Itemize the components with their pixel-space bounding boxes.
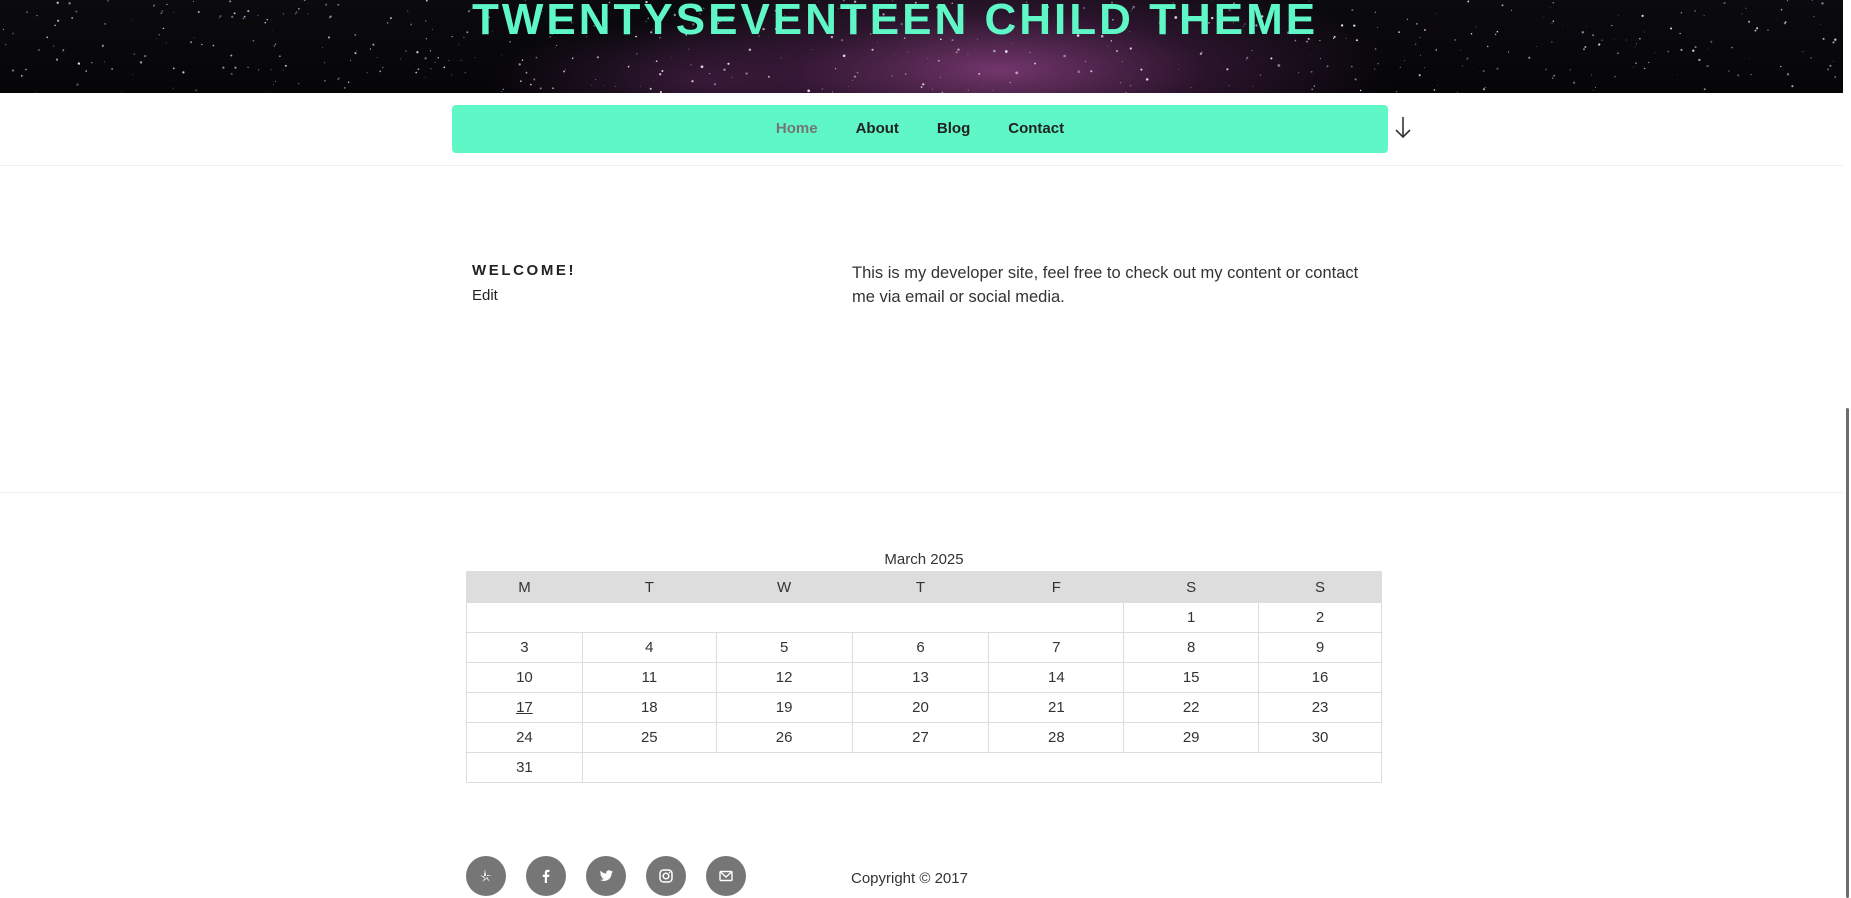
calendar-week-row: 10 11 12 13 14 15 16 bbox=[466, 662, 1382, 693]
calendar-week-row: 1 2 bbox=[465, 602, 1382, 633]
copyright-text: Copyright © 2017 bbox=[851, 870, 968, 887]
calendar-day: 14 bbox=[988, 662, 1125, 693]
welcome-text: This is my developer site, feel free to … bbox=[852, 264, 1359, 306]
calendar-day: 29 bbox=[1123, 722, 1260, 753]
calendar-day: 10 bbox=[466, 662, 583, 693]
calendar-day: 21 bbox=[988, 692, 1125, 723]
calendar-day: 23 bbox=[1258, 692, 1382, 723]
calendar-day-link[interactable]: 17 bbox=[516, 699, 533, 716]
edit-link[interactable]: Edit bbox=[472, 287, 498, 304]
calendar-day: 11 bbox=[581, 662, 717, 693]
calendar-week-row: 31 bbox=[466, 752, 1383, 783]
calendar-day: 2 bbox=[1258, 602, 1382, 633]
calendar-day: 30 bbox=[1258, 722, 1382, 753]
section-divider bbox=[0, 492, 1851, 493]
calendar-pad bbox=[465, 602, 1125, 633]
calendar-day: 26 bbox=[715, 722, 853, 753]
calendar-day: 9 bbox=[1258, 632, 1382, 663]
main-navigation: Home About Blog Contact bbox=[452, 105, 1388, 153]
calendar-day-header: F bbox=[988, 571, 1125, 603]
nav-item-contact[interactable]: Contact bbox=[989, 105, 1083, 153]
facebook-icon[interactable] bbox=[526, 856, 566, 896]
calendar-day: 16 bbox=[1258, 662, 1382, 693]
calendar-day: 25 bbox=[581, 722, 717, 753]
calendar-day: 24 bbox=[466, 722, 583, 753]
calendar-day: 27 bbox=[851, 722, 990, 753]
yelp-icon[interactable] bbox=[466, 856, 506, 896]
calendar-day: 22 bbox=[1123, 692, 1260, 723]
calendar-day-linked: 17 bbox=[466, 692, 583, 723]
calendar-day: 6 bbox=[851, 632, 990, 663]
calendar-widget: M T W T F S S 1 2 3 4 5 6 7 8 9 10 11 12… bbox=[465, 571, 1383, 783]
arrow-down-icon[interactable] bbox=[1392, 113, 1414, 143]
calendar-day: 28 bbox=[988, 722, 1125, 753]
calendar-day: 5 bbox=[715, 632, 853, 663]
calendar-caption: March 2025 bbox=[884, 551, 964, 568]
calendar-day: 12 bbox=[715, 662, 853, 693]
welcome-heading: WELCOME! bbox=[472, 262, 577, 279]
calendar-day-header: T bbox=[581, 571, 717, 603]
nav-item-about[interactable]: About bbox=[837, 105, 918, 153]
calendar-week-row: 17 18 19 20 21 22 23 bbox=[466, 692, 1382, 723]
nav-item-blog[interactable]: Blog bbox=[918, 105, 989, 153]
calendar-day: 15 bbox=[1123, 662, 1260, 693]
calendar-day: 8 bbox=[1123, 632, 1260, 663]
calendar-day: 18 bbox=[581, 692, 717, 723]
calendar-day: 13 bbox=[851, 662, 990, 693]
scrollbar-thumb[interactable] bbox=[1846, 408, 1849, 898]
instagram-icon[interactable] bbox=[646, 856, 686, 896]
calendar-day: 20 bbox=[851, 692, 990, 723]
nav-item-home[interactable]: Home bbox=[757, 105, 837, 153]
navigation-area: Home About Blog Contact bbox=[0, 93, 1851, 166]
calendar-day-header: W bbox=[715, 571, 853, 603]
calendar-week-row: 24 25 26 27 28 29 30 bbox=[466, 722, 1382, 753]
calendar-day: 19 bbox=[715, 692, 853, 723]
calendar-day-header: S bbox=[1123, 571, 1260, 603]
calendar-header-row: M T W T F S S bbox=[466, 571, 1382, 603]
calendar-day-header: M bbox=[466, 571, 583, 603]
calendar-week-row: 3 4 5 6 7 8 9 bbox=[466, 632, 1382, 663]
twitter-icon[interactable] bbox=[586, 856, 626, 896]
calendar-day-header: S bbox=[1258, 571, 1382, 603]
calendar-day-header: T bbox=[851, 571, 990, 603]
calendar-pad bbox=[581, 752, 1383, 783]
site-title[interactable]: TWENTYSEVENTEEN CHILD THEME bbox=[472, 0, 1318, 42]
social-links bbox=[466, 856, 746, 896]
calendar-day: 7 bbox=[988, 632, 1125, 663]
calendar-day: 4 bbox=[581, 632, 717, 663]
calendar-day: 1 bbox=[1123, 602, 1260, 633]
site-header: TWENTYSEVENTEEN CHILD THEME bbox=[0, 0, 1851, 93]
calendar-day: 31 bbox=[466, 752, 583, 783]
email-icon[interactable] bbox=[706, 856, 746, 896]
calendar-day: 3 bbox=[466, 632, 583, 663]
